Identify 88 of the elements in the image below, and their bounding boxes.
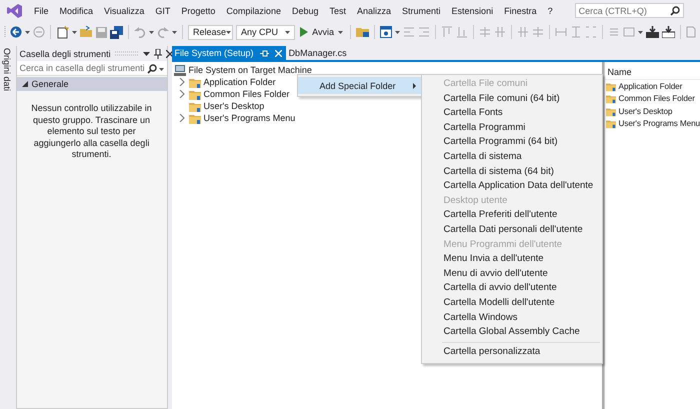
folder-icon [606, 93, 618, 104]
new-project-icon[interactable] [56, 26, 69, 38]
menu-item[interactable]: Add Special Folder [298, 77, 422, 94]
tree-root-item[interactable]: File System on Target Machine [174, 64, 602, 76]
group-header[interactable]: Generale [16, 77, 167, 91]
menu-item[interactable]: Cartella personalizzata [422, 344, 602, 360]
list-item[interactable]: User's Desktop [604, 105, 700, 118]
caret-icon[interactable] [25, 30, 30, 34]
close-icon[interactable] [166, 50, 174, 58]
menu-item[interactable]: Test [329, 6, 346, 16]
list-item[interactable]: Common Files Folder [604, 92, 700, 105]
menu-item[interactable]: Progetto [181, 6, 216, 16]
caret-icon [338, 30, 343, 34]
tree-item[interactable]: Application Folder [188, 76, 276, 88]
menu-item[interactable]: Cartella Programmi [422, 120, 602, 136]
data-sources-tab[interactable]: Origini dati [2, 46, 12, 94]
menu-item[interactable]: Cartella di avvio dell'utente [422, 281, 602, 296]
menu-item[interactable]: GIT [155, 6, 170, 16]
search-field[interactable]: Cerca (CTRL+Q) [574, 3, 684, 18]
caret-icon [158, 68, 164, 70]
caret-icon[interactable] [395, 30, 400, 34]
pin-icon[interactable] [154, 48, 162, 58]
menu-item[interactable]: Cartella Programmi (64 bit) [422, 135, 602, 150]
grip-icon [114, 51, 139, 56]
menu-item[interactable]: Cartella File comuni (64 bit) [422, 92, 602, 106]
folder-icon [188, 76, 201, 88]
panel-title: Casella degli strumenti [20, 48, 111, 58]
caret-icon[interactable] [72, 30, 77, 34]
configuration-dropdown[interactable]: Release [188, 24, 233, 40]
menu-item[interactable]: ? [548, 6, 553, 16]
caret-icon [226, 30, 232, 34]
platform-dropdown[interactable]: Any CPU [236, 24, 296, 40]
start-button[interactable]: Avvia [298, 27, 345, 37]
menu-item[interactable]: Menu Invia a dell'utente [422, 252, 602, 267]
menu-item[interactable]: Compilazione [226, 6, 281, 16]
menu-item[interactable]: Cartella Application Data dell'utente [422, 179, 602, 194]
menu-item[interactable]: File [34, 6, 49, 16]
tray-down-icon[interactable] [646, 26, 659, 38]
folder-icon[interactable] [356, 26, 369, 38]
folder-icon [188, 88, 201, 100]
caret-icon [285, 30, 290, 34]
folder-icon [606, 106, 618, 117]
dropdown-icon[interactable] [142, 52, 150, 56]
caret-icon[interactable] [172, 30, 177, 34]
tray-down-icon[interactable] [662, 26, 675, 38]
menu-item[interactable]: Analizza [357, 6, 392, 16]
back-icon[interactable] [10, 26, 22, 38]
menu-item[interactable]: Finestra [504, 6, 537, 16]
folder-icon [606, 80, 618, 92]
grip-icon [4, 25, 7, 39]
empty-message: Nessun controllo utilizzabile in questo gruppo. Trascinare un elemento sul testo per aggiungerlo alla casella degli strumenti. [30, 102, 153, 161]
menu-item[interactable]: Cartella Fonts [422, 106, 602, 121]
menu-item[interactable]: Menu di avvio dell'utente [422, 266, 602, 282]
column-header[interactable]: Name [604, 62, 700, 80]
tree-item[interactable]: User's Programs Menu [188, 112, 296, 124]
tree-item[interactable]: Common Files Folder [188, 88, 290, 100]
menu-item[interactable]: Cartella di sistema [422, 150, 602, 165]
folder-icon [188, 112, 201, 124]
save-all-icon[interactable] [110, 26, 123, 38]
menu-item[interactable]: Debug [292, 6, 318, 16]
menu-item[interactable]: Strumenti [402, 6, 441, 16]
menu-item[interactable]: Cartella Global Assembly Cache [422, 325, 602, 340]
expand-icon[interactable] [178, 114, 185, 122]
search-icon [146, 64, 157, 74]
play-icon [300, 27, 308, 37]
open-folder-icon[interactable] [80, 26, 93, 38]
folder-icon [188, 100, 201, 112]
menu-item[interactable]: Cartella Dati personali dell'utente [422, 222, 602, 238]
list-item[interactable]: Application Folder [604, 80, 700, 92]
menu-item[interactable]: Estensioni [452, 6, 494, 16]
menu-item[interactable]: Cartella Preferiti dell'utente [422, 208, 602, 223]
menu-item[interactable]: Cartella Windows [422, 310, 602, 326]
tab[interactable]: DbManager.cs [286, 46, 351, 60]
tree-item[interactable]: User's Desktop [188, 100, 264, 112]
computer-icon [174, 64, 186, 76]
logo-icon[interactable] [7, 2, 23, 18]
menu-item[interactable]: Modifica [60, 6, 94, 16]
menu-item[interactable]: Visualizza [104, 6, 144, 16]
search-icon [670, 6, 680, 16]
search-field[interactable]: Cerca in casella degli strumenti [16, 61, 167, 76]
menu-item[interactable]: Cartella Modelli dell'utente [422, 296, 602, 310]
list-item[interactable]: User's Programs Menu [604, 118, 700, 130]
window-icon[interactable] [380, 26, 392, 38]
folder-icon [606, 118, 618, 130]
submenu-arrow-icon [412, 82, 416, 88]
menu-item[interactable]: Cartella di sistema (64 bit) [422, 164, 602, 180]
caret-icon[interactable] [638, 30, 643, 34]
caret-icon[interactable] [149, 30, 154, 34]
